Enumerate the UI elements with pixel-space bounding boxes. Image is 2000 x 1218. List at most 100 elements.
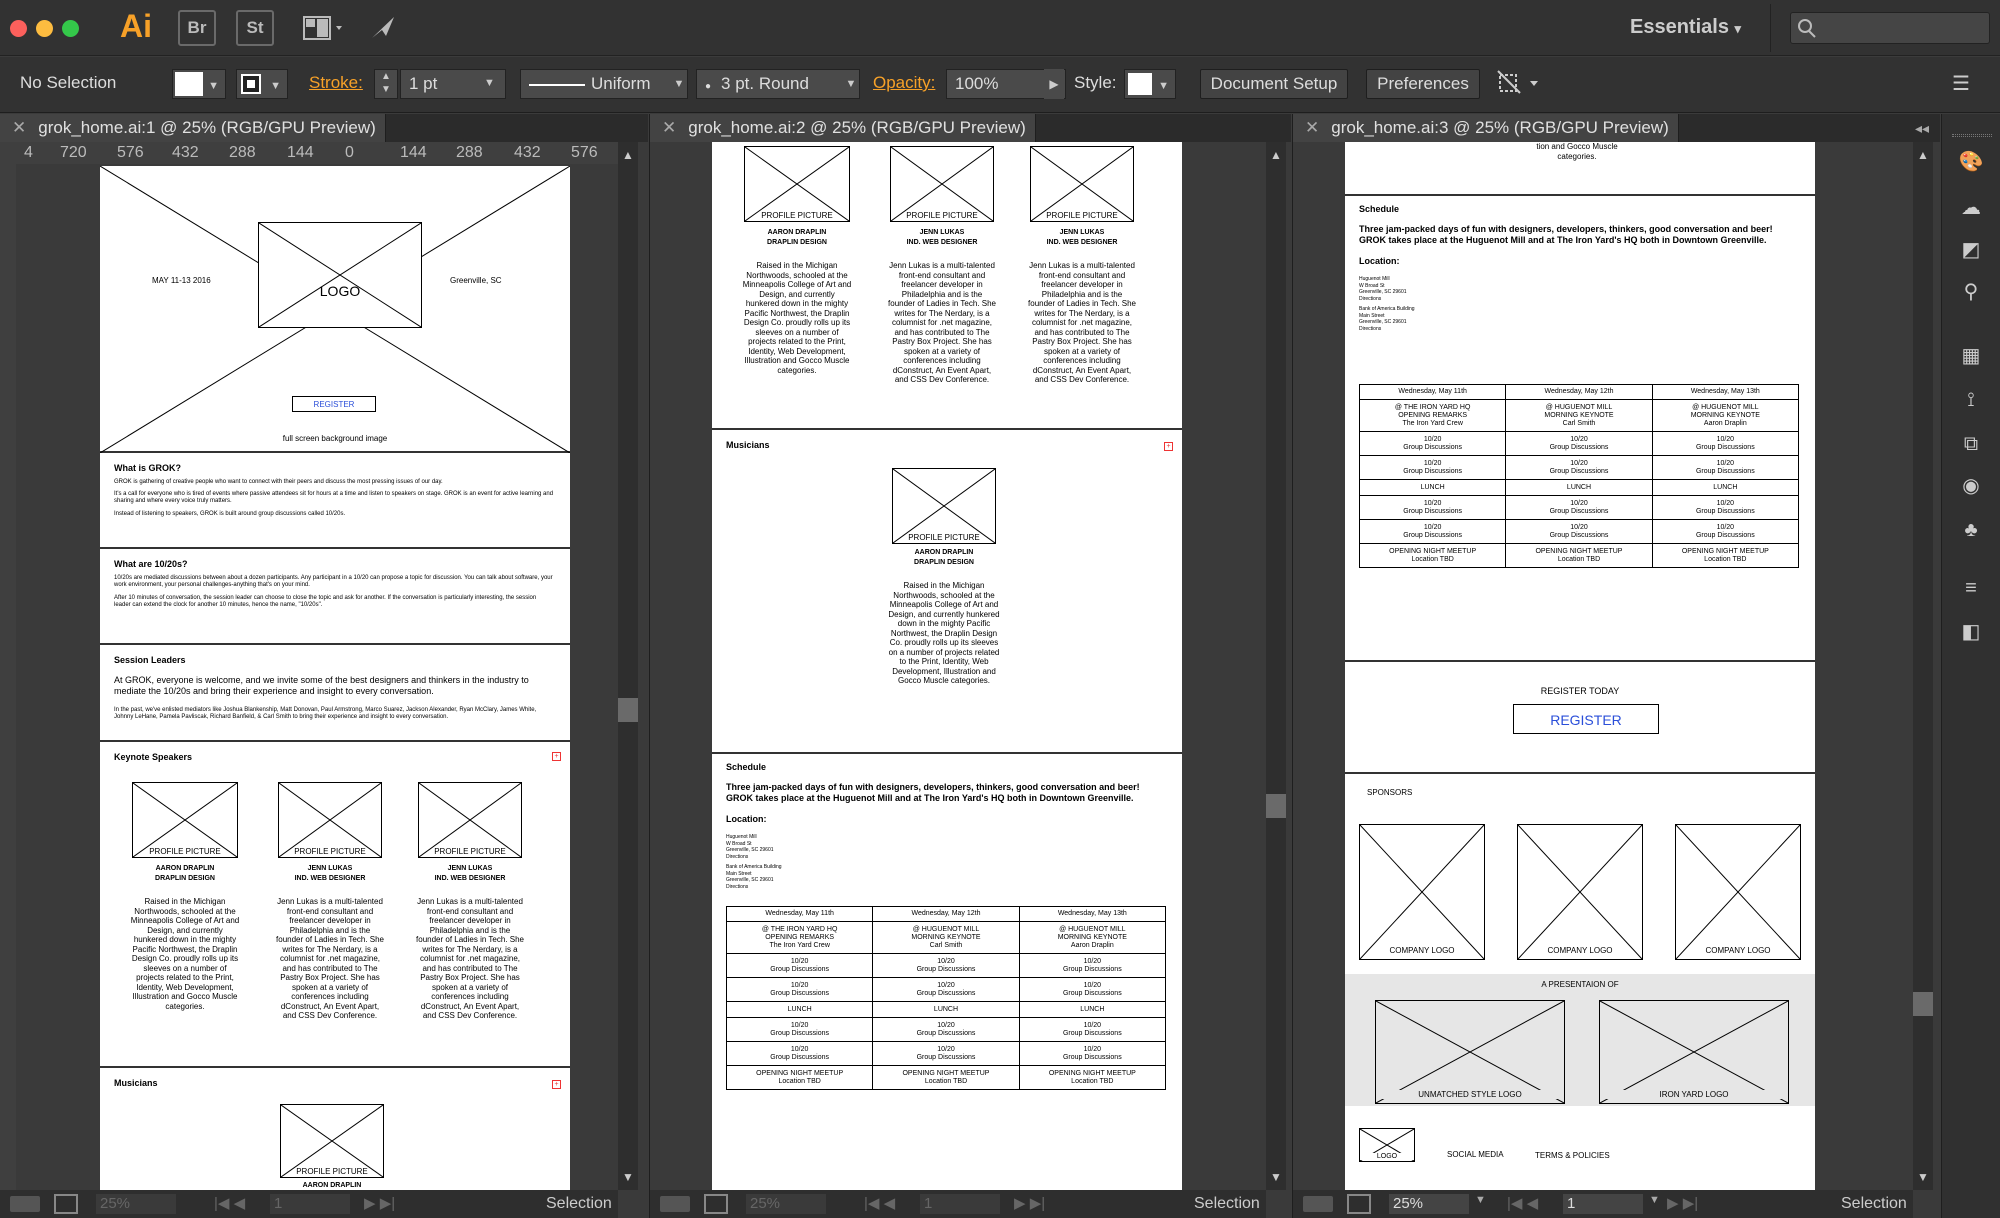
- preferences-button[interactable]: Preferences: [1366, 69, 1480, 99]
- gamepad-icon[interactable]: [1303, 1196, 1333, 1212]
- brushes-icon[interactable]: ⟟: [1956, 386, 1986, 414]
- variable-width-profile[interactable]: Uniform ▼: [520, 69, 688, 99]
- close-tab-icon[interactable]: ✕: [662, 118, 676, 137]
- document-tab-3[interactable]: ✕ grok_home.ai:3 @ 25% (RGB/GPU Preview): [1293, 114, 1679, 142]
- scroll-down-icon[interactable]: ▼: [622, 1170, 634, 1184]
- status-tool-label[interactable]: Selection: [1194, 1195, 1260, 1213]
- gpu-performance-button[interactable]: [368, 14, 398, 42]
- hero-register-button[interactable]: REGISTER: [292, 396, 376, 412]
- minimize-window-button[interactable]: [36, 20, 53, 37]
- schedule-cell: OPENING NIGHT MEETUP Location TBD: [1505, 543, 1653, 568]
- status-tool-label[interactable]: Selection: [546, 1195, 612, 1213]
- artboard-navigation-prev-icon[interactable]: |◀ ◀: [1507, 1194, 1538, 1212]
- schedule-cell: 10/20 Group Discussions: [872, 953, 1020, 978]
- stroke-weight-stepper[interactable]: ▲ ▼: [374, 69, 398, 99]
- fill-swatch[interactable]: ▼: [172, 69, 226, 99]
- stroke-panel-link[interactable]: Stroke:: [309, 69, 363, 99]
- scroll-up-icon[interactable]: ▲: [1270, 148, 1282, 162]
- close-tab-icon[interactable]: ✕: [12, 118, 26, 137]
- scrollbar-thumb[interactable]: [618, 698, 638, 722]
- artboard-navigation-next-icon[interactable]: ▶ ▶|: [1014, 1194, 1045, 1212]
- zoom-field[interactable]: 25%: [96, 1194, 176, 1214]
- vertical-scrollbar[interactable]: ▲ ▼: [1913, 142, 1933, 1190]
- stock-button[interactable]: St: [236, 10, 274, 46]
- horizontal-ruler[interactable]: 4 720 576 432 288 144 0 144 288 432 576: [0, 142, 618, 164]
- paragraph: At GROK, everyone is welcome, and we inv…: [114, 675, 529, 696]
- gamepad-icon[interactable]: [10, 1196, 40, 1212]
- chevron-down-icon[interactable]: ▼: [1475, 1194, 1486, 1206]
- document-tab-1[interactable]: ✕ grok_home.ai:1 @ 25% (RGB/GPU Preview): [0, 114, 386, 142]
- register-today-label: REGISTER TODAY: [1540, 686, 1620, 696]
- zoom-window-button[interactable]: [62, 20, 79, 37]
- scroll-up-icon[interactable]: ▲: [1917, 148, 1929, 162]
- schedule-table: Wednesday, May 11th Wednesday, May 12th We…: [725, 906, 1167, 1090]
- schedule-cell: 10/20 Group Discussions: [1505, 519, 1653, 544]
- search-stock-input[interactable]: [1790, 12, 1990, 44]
- align-options-button[interactable]: [1496, 69, 1546, 99]
- gamepad-icon[interactable]: [660, 1196, 690, 1212]
- collapse-panels-icon[interactable]: ◂◂: [1915, 114, 1929, 142]
- artboard-2[interactable]: PROFILE PICTURE PROFILE PICTURE PROFILE …: [712, 142, 1182, 1190]
- graphic-styles-icon[interactable]: ◉: [1956, 472, 1986, 500]
- section-heading: What is GROK?: [114, 463, 181, 473]
- scrollbar-thumb[interactable]: [1266, 794, 1286, 818]
- share-icon[interactable]: [704, 1194, 728, 1214]
- fill-color-white: [175, 72, 203, 96]
- stroke-panel-icon[interactable]: ≡: [1956, 574, 1986, 602]
- scroll-up-icon[interactable]: ▲: [622, 148, 634, 162]
- dock-grip[interactable]: [1952, 134, 1992, 137]
- artboard-number-field[interactable]: 1: [1563, 1194, 1643, 1214]
- scroll-down-icon[interactable]: ▼: [1270, 1170, 1282, 1184]
- share-icon[interactable]: [1347, 1194, 1371, 1214]
- arrange-documents-button[interactable]: [302, 14, 346, 42]
- zoom-field[interactable]: 25%: [746, 1194, 826, 1214]
- chevron-down-icon[interactable]: ▼: [1649, 1194, 1660, 1206]
- artboard-3[interactable]: tion and Gocco Muscle categories. Schedu…: [1345, 142, 1815, 1190]
- scrollbar-thumb[interactable]: [1913, 992, 1933, 1016]
- ruler-mark: 432: [172, 144, 199, 161]
- status-tool-label[interactable]: Selection: [1841, 1195, 1907, 1213]
- graphic-style-picker[interactable]: ▼: [1124, 69, 1176, 99]
- vertical-scrollbar[interactable]: ▲ ▼: [1266, 142, 1286, 1190]
- gradient-icon[interactable]: ◧: [1956, 618, 1986, 646]
- workspace-switcher[interactable]: Essentials ▾: [1630, 16, 1741, 39]
- artboard-navigation-prev-icon[interactable]: |◀ ◀: [864, 1194, 895, 1212]
- style-label: Style:: [1074, 73, 1117, 92]
- color-guide-icon[interactable]: ◩: [1956, 236, 1986, 264]
- placeholder-caption: PROFILE PICTURE: [761, 211, 833, 220]
- speaker-bio-end: tion and Gocco Muscle categories.: [1536, 142, 1618, 161]
- chevron-right-icon[interactable]: ▶: [1044, 69, 1064, 99]
- opacity-panel-link[interactable]: Opacity:: [873, 69, 935, 99]
- document-setup-button[interactable]: Document Setup: [1200, 69, 1348, 99]
- close-window-button[interactable]: [10, 20, 27, 37]
- panel-menu-icon[interactable]: ☰: [1952, 71, 1982, 97]
- document-tab-2[interactable]: ✕ grok_home.ai:2 @ 25% (RGB/GPU Preview): [650, 114, 1036, 142]
- close-tab-icon[interactable]: ✕: [1305, 118, 1319, 137]
- schedule-day-header: Wednesday, May 12th: [872, 906, 1020, 922]
- vertical-ruler[interactable]: [0, 164, 16, 1190]
- share-icon[interactable]: [54, 1194, 78, 1214]
- scroll-down-icon[interactable]: ▼: [1917, 1170, 1929, 1184]
- brush-definition[interactable]: ● 3 pt. Round ▼: [696, 69, 860, 99]
- vertical-scrollbar[interactable]: ▲ ▼: [618, 142, 638, 1190]
- bridge-button[interactable]: Br: [178, 10, 216, 46]
- color-palette-icon[interactable]: 🎨: [1956, 148, 1986, 176]
- artboard-number-field[interactable]: 1: [270, 1194, 350, 1214]
- libraries-icon[interactable]: ☁: [1956, 194, 1986, 222]
- club-icon[interactable]: ♣: [1956, 516, 1986, 544]
- artboard-navigation-prev-icon[interactable]: |◀ ◀: [214, 1194, 245, 1212]
- symbols-icon[interactable]: ⧉: [1956, 430, 1986, 458]
- artboard-navigation-next-icon[interactable]: ▶ ▶|: [1667, 1194, 1698, 1212]
- artboard-1[interactable]: LOGO MAY 11-13 2016 Greenville, SC REGIS…: [100, 166, 570, 1190]
- register-button[interactable]: REGISTER: [1513, 704, 1659, 734]
- placeholder-caption: IRON YARD LOGO: [1600, 1090, 1788, 1099]
- paragraph: In the past, we've enlisted mediators li…: [114, 707, 537, 720]
- artboard-number-field[interactable]: 1: [920, 1194, 1000, 1214]
- zoom-field[interactable]: 25%: [1389, 1194, 1469, 1214]
- stroke-swatch[interactable]: ▼: [236, 69, 288, 99]
- asset-export-icon[interactable]: ⚲: [1956, 278, 1986, 306]
- terms-policies-link[interactable]: TERMS & POLICIES: [1535, 1151, 1610, 1160]
- social-media-link[interactable]: SOCIAL MEDIA: [1447, 1150, 1504, 1159]
- swatches-icon[interactable]: ▦: [1956, 342, 1986, 370]
- artboard-navigation-next-icon[interactable]: ▶ ▶|: [364, 1194, 395, 1212]
